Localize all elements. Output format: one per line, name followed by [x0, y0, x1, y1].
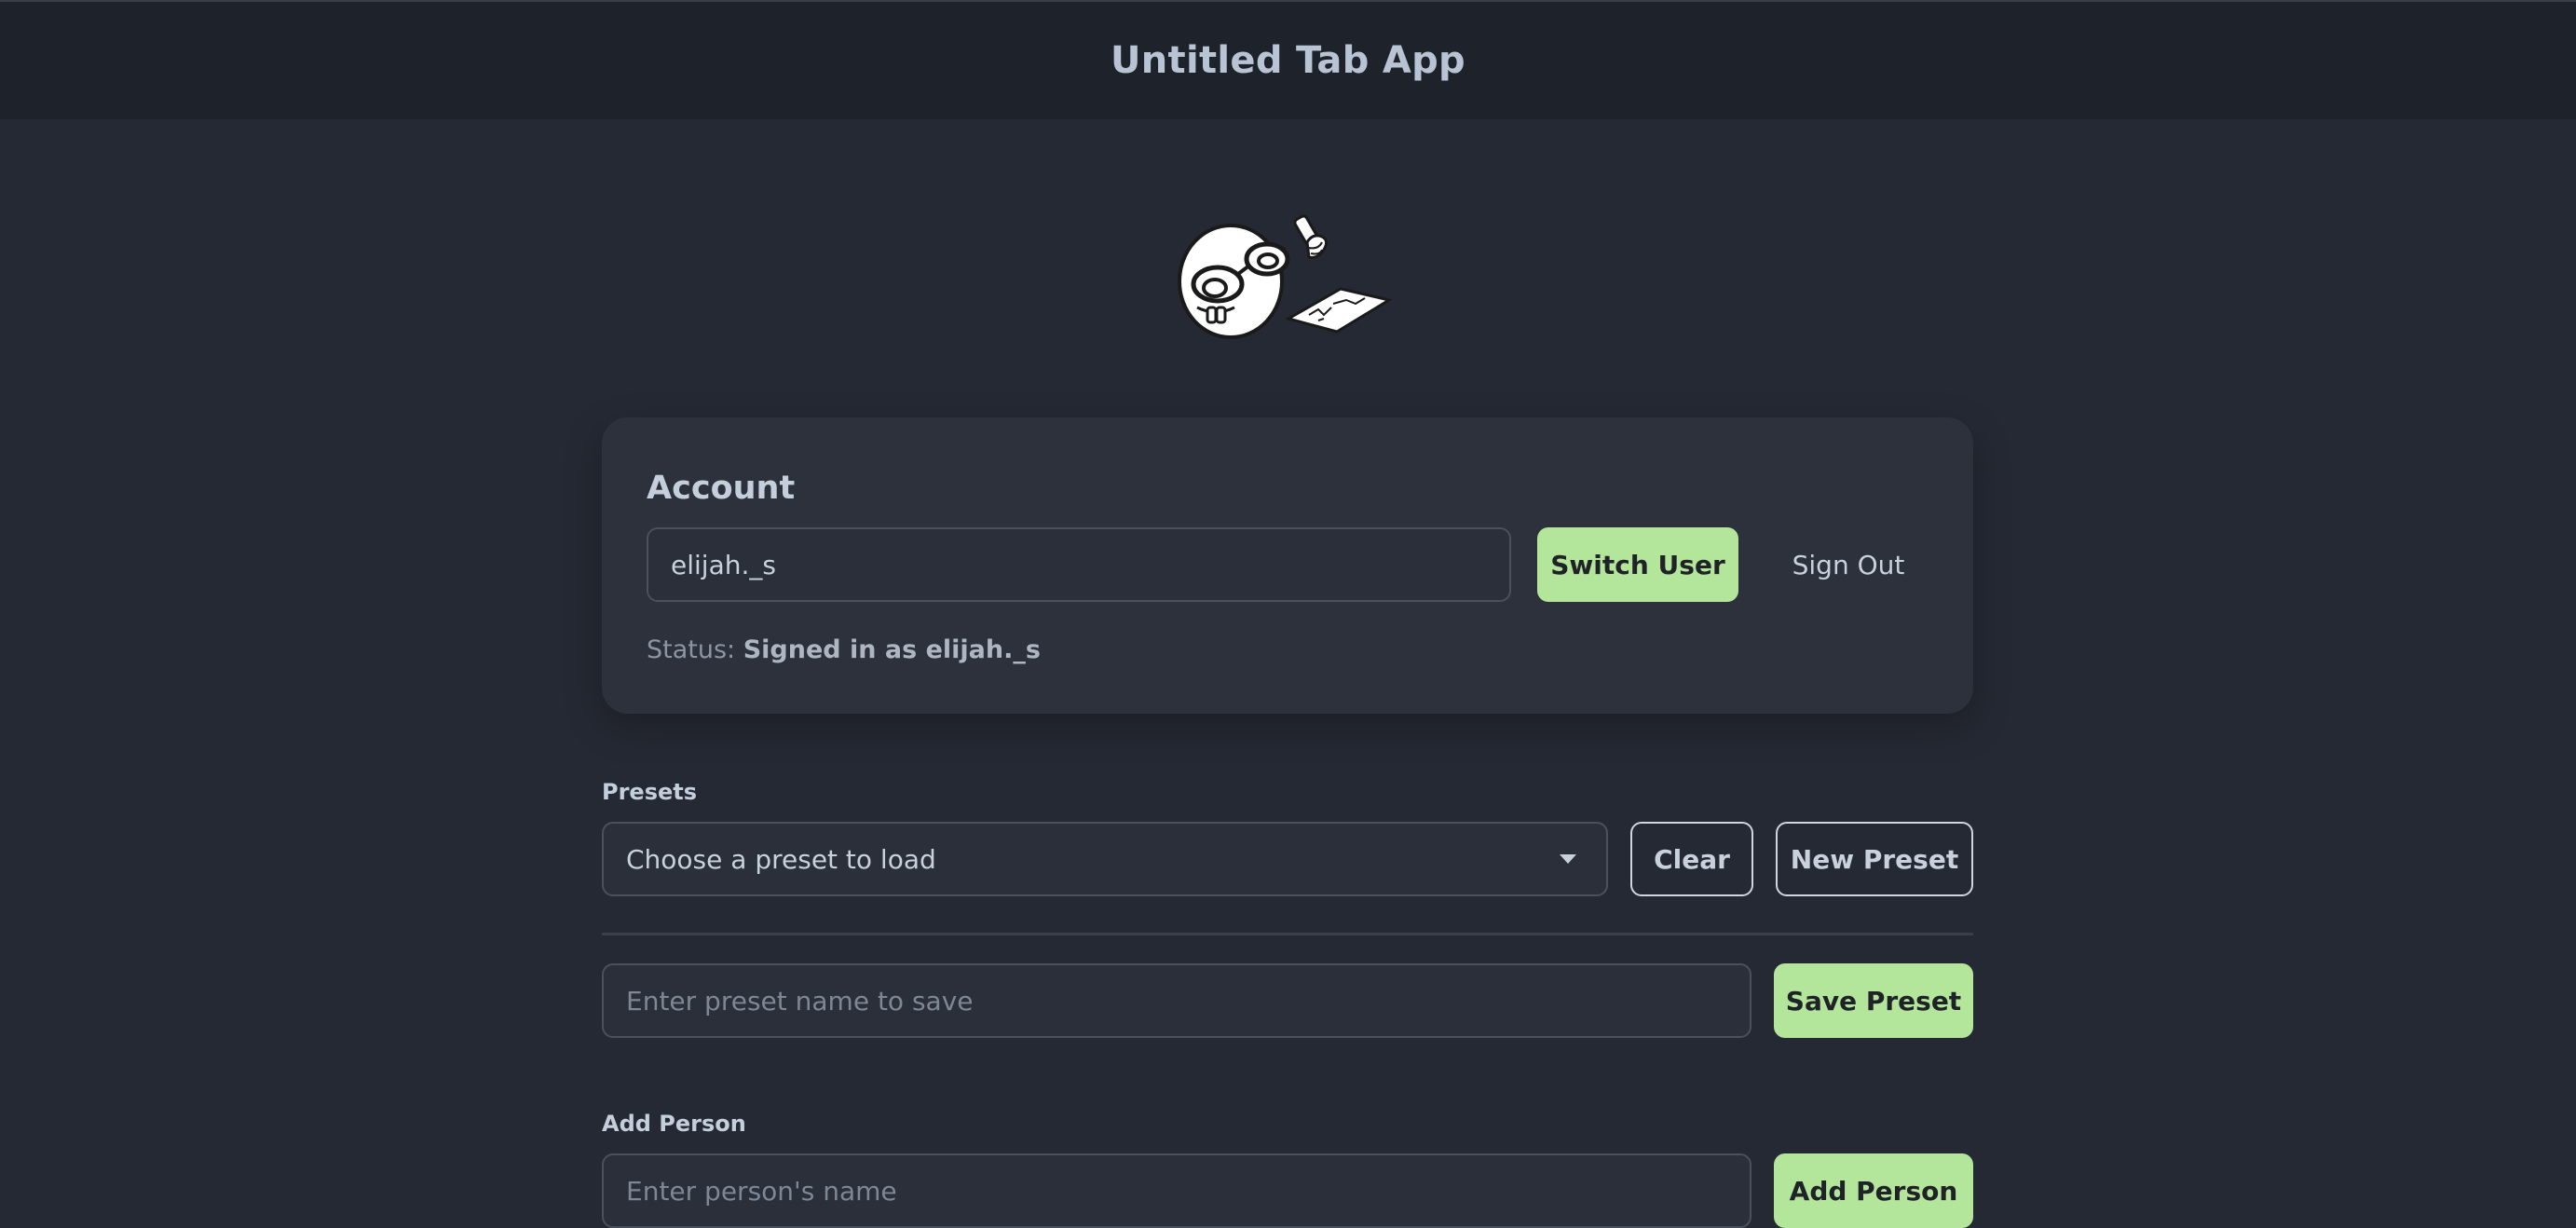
preset-select[interactable]: Choose a preset to load — [602, 822, 1608, 896]
switch-user-button[interactable]: Switch User — [1537, 527, 1738, 602]
divider — [602, 933, 1973, 935]
chevron-down-icon — [1560, 854, 1576, 864]
app-title: Untitled Tab App — [1110, 39, 1465, 82]
sign-out-button[interactable]: Sign Out — [1755, 527, 1942, 602]
status-line: Status: Signed in as elijah._s — [647, 635, 1041, 664]
presets-label: Presets — [602, 779, 698, 805]
add-person-label: Add Person — [602, 1111, 746, 1137]
app-header: Untitled Tab App — [0, 0, 2576, 119]
person-name-input[interactable] — [602, 1153, 1751, 1228]
account-card: Account Switch User Sign Out Status: Sig… — [602, 417, 1973, 714]
account-title: Account — [647, 470, 796, 507]
status-value: Signed in as elijah._s — [743, 635, 1041, 664]
status-prefix: Status: — [647, 635, 736, 664]
username-input[interactable] — [647, 527, 1511, 602]
preset-select-value: Choose a preset to load — [626, 843, 936, 875]
preset-name-input[interactable] — [602, 963, 1751, 1038]
nerd-mascot-illustration — [1178, 214, 1393, 339]
new-preset-button[interactable]: New Preset — [1776, 822, 1973, 896]
save-preset-button[interactable]: Save Preset — [1774, 963, 1973, 1038]
add-person-button[interactable]: Add Person — [1774, 1153, 1973, 1228]
clear-button[interactable]: Clear — [1630, 822, 1753, 896]
